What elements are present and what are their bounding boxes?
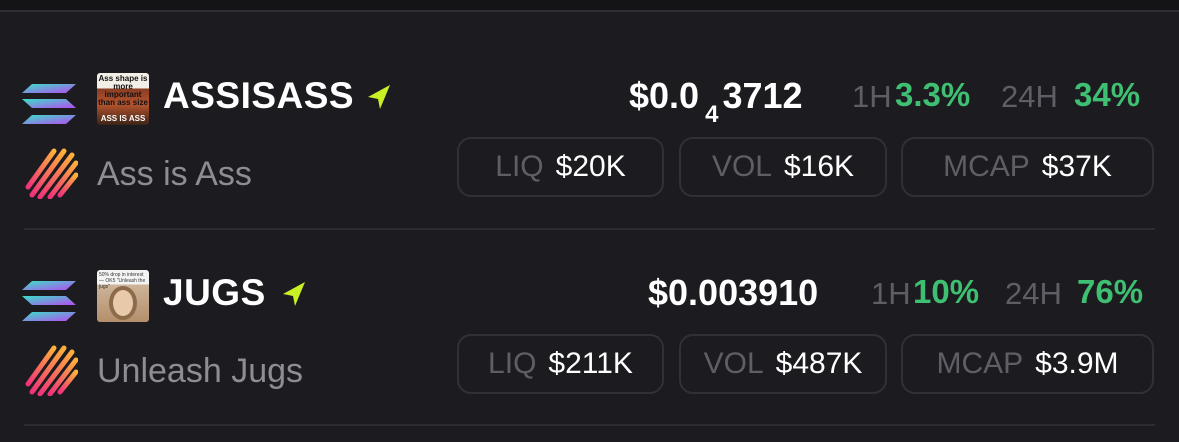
- token-image: 50% drop in interest — OK5 "Unleash the …: [97, 270, 149, 322]
- market-cap-value: $3.9M: [1035, 347, 1119, 380]
- market-cap-value: $37K: [1041, 150, 1112, 183]
- row-divider: [24, 228, 1155, 230]
- striped-orb-icon: [25, 345, 78, 396]
- market-cap-pill[interactable]: MCAP $3.9M: [901, 334, 1154, 394]
- token-symbol: ASSISASS: [163, 75, 355, 116]
- change-24h-value: 34%: [1074, 76, 1141, 113]
- token-image-caption: 50% drop in interest — OK5 "Unleash the …: [99, 272, 146, 290]
- boost-icon: [283, 282, 305, 306]
- top-bar: [0, 0, 1179, 12]
- token-image-footer: ASS IS ASS: [100, 114, 146, 123]
- volume-value: $16K: [783, 150, 855, 183]
- market-cap-pill[interactable]: MCAP $37K: [901, 137, 1154, 197]
- boost-icon: [368, 85, 390, 109]
- volume-label: VOL: [711, 150, 772, 183]
- token-symbol: JUGS: [163, 272, 266, 313]
- change-24h-label: 24H: [1001, 79, 1058, 114]
- change-1h-label: 1H: [852, 79, 892, 114]
- token-name: Ass is Ass: [97, 155, 252, 193]
- solana-icon: [22, 84, 76, 124]
- token-row[interactable]: 50% drop in interest — OK5 "Unleash the …: [0, 252, 1179, 442]
- portrait-figure: [113, 290, 133, 316]
- change-24h-value: 76%: [1077, 273, 1144, 310]
- price-digits: 3712: [722, 75, 803, 116]
- liquidity-value: $211K: [548, 347, 633, 380]
- token-image-caption: Ass shape is more important than ass siz…: [98, 74, 148, 107]
- token-price: $0.003910: [648, 272, 819, 313]
- liquidity-label: LIQ: [488, 347, 537, 380]
- token-row[interactable]: Ass shape is more important than ass siz…: [0, 55, 1179, 245]
- market-cap-label: MCAP: [943, 150, 1030, 183]
- volume-pill[interactable]: VOL $487K: [679, 334, 887, 394]
- change-24h-label: 24H: [1005, 276, 1062, 311]
- price-prefix: $0.0: [629, 75, 700, 116]
- liquidity-value: $20K: [555, 150, 626, 183]
- token-price: $0.0 4 3712: [629, 75, 803, 128]
- volume-label: VOL: [703, 347, 764, 380]
- volume-value: $487K: [775, 347, 863, 380]
- change-1h-label: 1H: [871, 276, 911, 311]
- liquidity-pill[interactable]: LIQ $211K: [457, 334, 664, 394]
- token-image: Ass shape is more important than ass siz…: [97, 73, 149, 125]
- change-1h-value: 3.3%: [895, 76, 971, 113]
- liquidity-label: LIQ: [495, 150, 544, 183]
- striped-orb-icon: [25, 148, 78, 199]
- solana-icon: [22, 281, 76, 321]
- row-divider: [24, 424, 1155, 426]
- volume-pill[interactable]: VOL $16K: [679, 137, 887, 197]
- liquidity-pill[interactable]: LIQ $20K: [457, 137, 664, 197]
- price-zero-count: 4: [705, 101, 719, 128]
- change-1h-value: 10%: [913, 273, 980, 310]
- market-cap-label: MCAP: [936, 347, 1024, 380]
- token-name: Unleash Jugs: [97, 352, 304, 390]
